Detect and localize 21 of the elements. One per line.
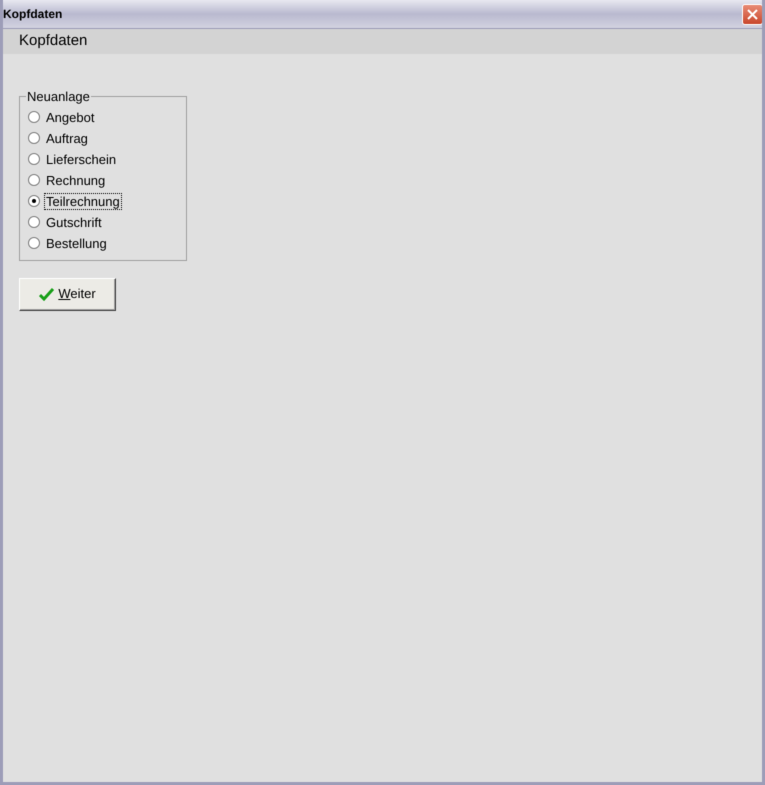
radio-button[interactable]	[28, 132, 40, 144]
radio-label[interactable]: Angebot	[45, 110, 96, 124]
group-legend: Neuanlage	[26, 87, 91, 106]
checkmark-icon	[39, 288, 54, 300]
radio-button[interactable]	[28, 153, 40, 165]
radio-label[interactable]: Auftrag	[45, 130, 89, 146]
close-icon	[747, 8, 758, 20]
continue-button[interactable]: Weiter	[19, 278, 116, 310]
header-title: Kopfdaten	[19, 31, 88, 52]
radio-label[interactable]: Bestellung	[45, 236, 108, 250]
radio-button[interactable]	[28, 174, 40, 186]
close-button[interactable]	[742, 4, 762, 24]
radio-button[interactable]	[28, 195, 40, 207]
window-title: Kopfdaten	[3, 6, 62, 23]
radio-button[interactable]	[28, 237, 40, 249]
radio-button[interactable]	[28, 111, 40, 123]
radio-button[interactable]	[28, 216, 40, 228]
radio-label[interactable]: Teilrechnung	[45, 194, 121, 208]
radio-label[interactable]: Rechnung	[45, 172, 106, 188]
radio-label[interactable]: Lieferschein	[45, 152, 118, 166]
radio-label[interactable]: Gutschrift	[45, 214, 103, 230]
